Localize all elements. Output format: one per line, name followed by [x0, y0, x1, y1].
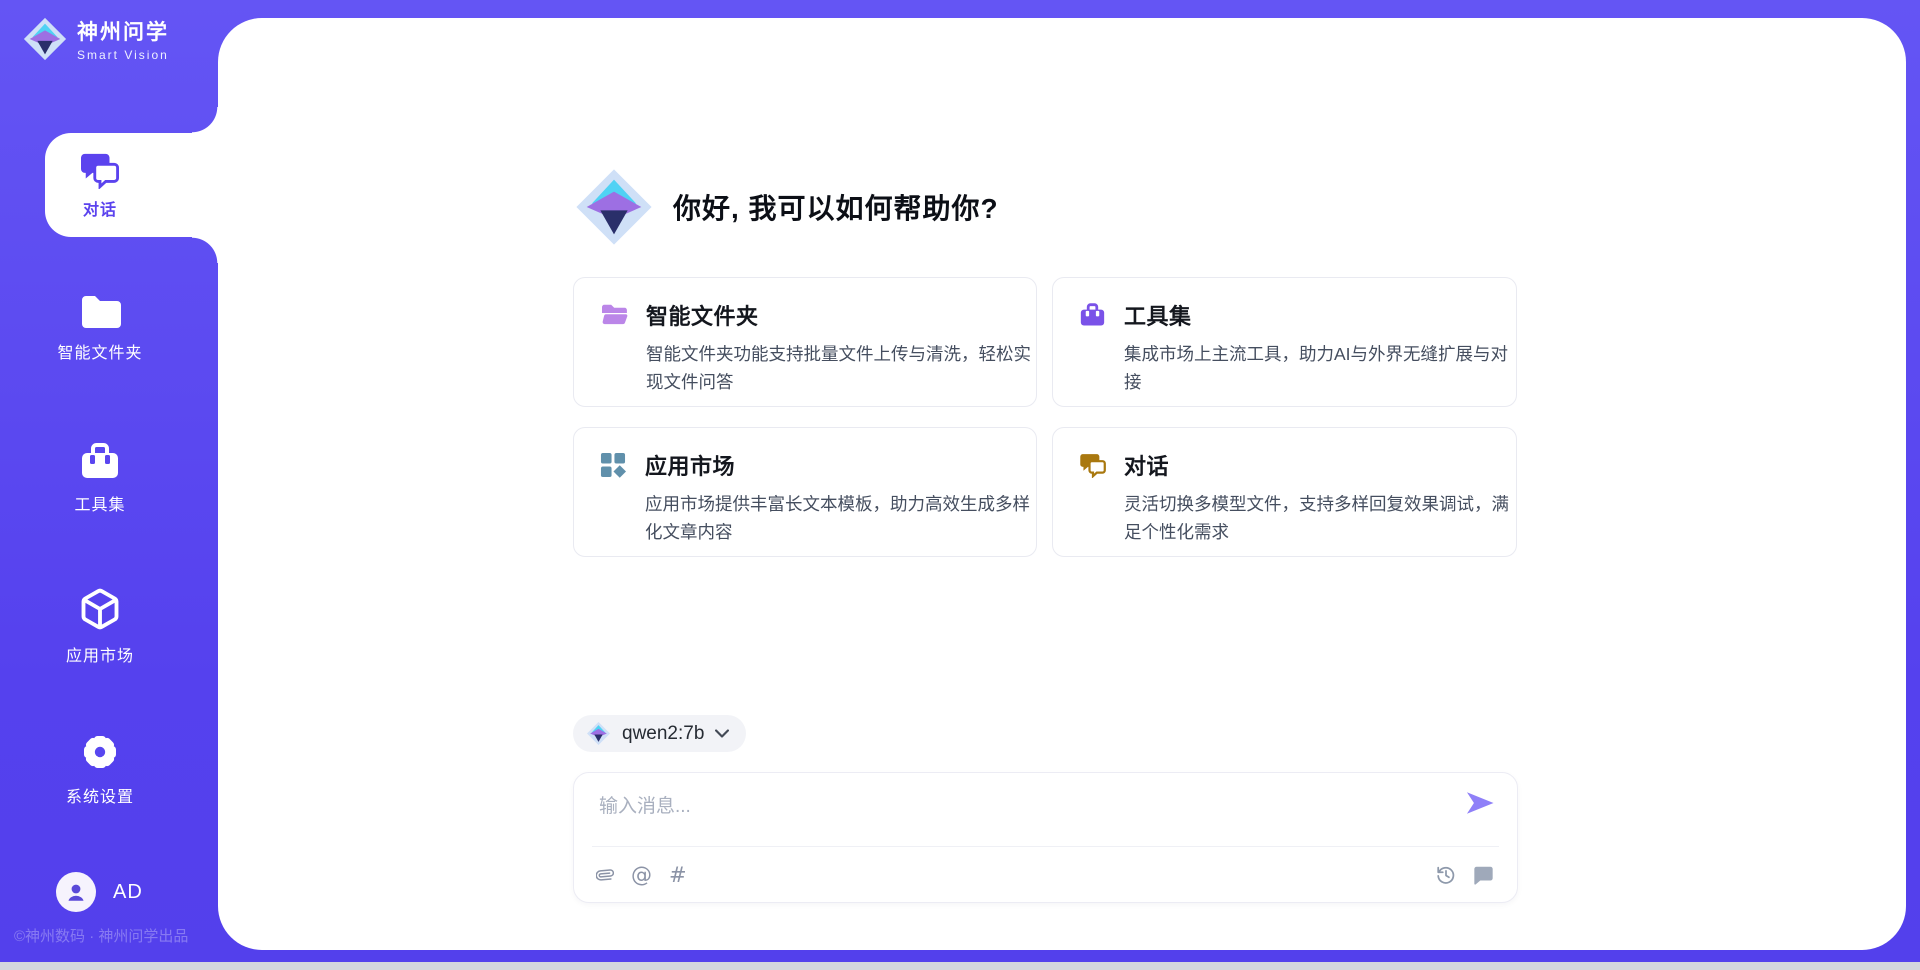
sidebar-item-label: 系统设置: [66, 783, 134, 807]
brand-logo: 神州问学 Smart Vision: [22, 16, 169, 62]
chevron-down-icon: [715, 729, 729, 738]
card-description: 灵活切换多模型文件，支持多样回复效果调试，满足个性化需求: [1124, 490, 1520, 547]
model-name: qwen2:7b: [622, 723, 704, 745]
message-composer: @ #: [573, 772, 1518, 903]
copyright-text: ©神州数码 · 神州问学出品: [14, 925, 188, 946]
attach-file-button[interactable]: [596, 864, 614, 886]
sidebar-item-smart-folder[interactable]: 智能文件夹: [28, 293, 172, 363]
mention-button[interactable]: @: [631, 863, 652, 887]
message-icon: [1472, 864, 1495, 886]
card-toolset[interactable]: 工具集 集成市场上主流工具，助力AI与外界无缝扩展与对接: [1052, 277, 1517, 407]
diamond-logo-icon: [586, 721, 611, 746]
grid-icon: [600, 452, 626, 478]
send-icon: [1464, 789, 1496, 817]
sidebar-item-chat[interactable]: 对话: [45, 133, 218, 237]
card-title: 工具集: [1124, 299, 1520, 331]
card-description: 应用市场提供丰富长文本模板，助力高效生成多样化文章内容: [645, 490, 1041, 547]
greeting-title: 你好, 我可以如何帮助你?: [673, 187, 999, 227]
diamond-logo-icon: [22, 16, 68, 62]
sidebar-item-label: 应用市场: [66, 642, 134, 666]
sidebar-item-label: 智能文件夹: [57, 339, 142, 363]
model-selector[interactable]: qwen2:7b: [573, 715, 746, 752]
tab-fillet-bottom: [192, 237, 218, 263]
composer-divider: [592, 846, 1499, 847]
card-smart-folder[interactable]: 智能文件夹 智能文件夹功能支持批量文件上传与清洗，轻松实现文件问答: [573, 277, 1037, 407]
at-icon: @: [631, 863, 652, 887]
history-button[interactable]: [1435, 864, 1457, 886]
card-chat[interactable]: 对话 灵活切换多模型文件，支持多样回复效果调试，满足个性化需求: [1052, 427, 1517, 557]
cube-icon: [78, 586, 122, 632]
send-button[interactable]: [1463, 789, 1497, 819]
card-app-market[interactable]: 应用市场 应用市场提供丰富长文本模板，助力高效生成多样化文章内容: [573, 427, 1037, 557]
sidebar-item-toolset[interactable]: 工具集: [28, 441, 172, 515]
history-icon: [1435, 864, 1457, 886]
topic-button[interactable]: #: [669, 863, 687, 887]
diamond-logo-icon: [573, 165, 655, 249]
screen-bottom-strip: [0, 962, 1920, 970]
user-avatar-icon: [64, 880, 88, 904]
new-chat-button[interactable]: [1472, 864, 1495, 886]
sidebar-item-app-market[interactable]: 应用市场: [28, 586, 172, 666]
tab-fillet-top: [192, 107, 218, 133]
greeting: 你好, 我可以如何帮助你?: [573, 163, 1518, 251]
avatar: [56, 872, 96, 912]
composer-toolbar: @ #: [574, 848, 1517, 902]
gear-icon: [79, 731, 121, 773]
user-profile[interactable]: AD: [56, 872, 143, 912]
card-title: 智能文件夹: [646, 299, 1042, 331]
card-description: 集成市场上主流工具，助力AI与外界无缝扩展与对接: [1124, 340, 1520, 397]
toolbox-icon: [1079, 302, 1106, 327]
brand-name: 神州问学: [77, 16, 169, 46]
message-input[interactable]: [599, 791, 1469, 837]
sidebar-item-label: 对话: [83, 196, 117, 220]
main-content: 你好, 我可以如何帮助你? 智能文件夹 智能文件夹功能支持批量文件上传与清洗，轻…: [573, 18, 1518, 950]
sidebar-item-settings[interactable]: 系统设置: [28, 731, 172, 807]
card-description: 智能文件夹功能支持批量文件上传与清洗，轻松实现文件问答: [646, 340, 1042, 397]
card-title: 对话: [1124, 449, 1520, 481]
feature-cards: 智能文件夹 智能文件夹功能支持批量文件上传与清洗，轻松实现文件问答 工具集 集成…: [573, 277, 1518, 557]
brand-tagline: Smart Vision: [77, 48, 169, 62]
user-name: AD: [113, 881, 143, 904]
chat-bubbles-icon: [79, 151, 121, 189]
hash-icon: #: [669, 863, 687, 887]
folder-icon: [79, 293, 121, 329]
folder-open-icon: [600, 302, 629, 326]
sidebar-item-label: 工具集: [74, 491, 125, 515]
toolbox-icon: [78, 441, 122, 481]
chat-bubbles-icon: [1079, 452, 1107, 478]
paperclip-icon: [596, 864, 614, 886]
card-title: 应用市场: [645, 449, 1041, 481]
